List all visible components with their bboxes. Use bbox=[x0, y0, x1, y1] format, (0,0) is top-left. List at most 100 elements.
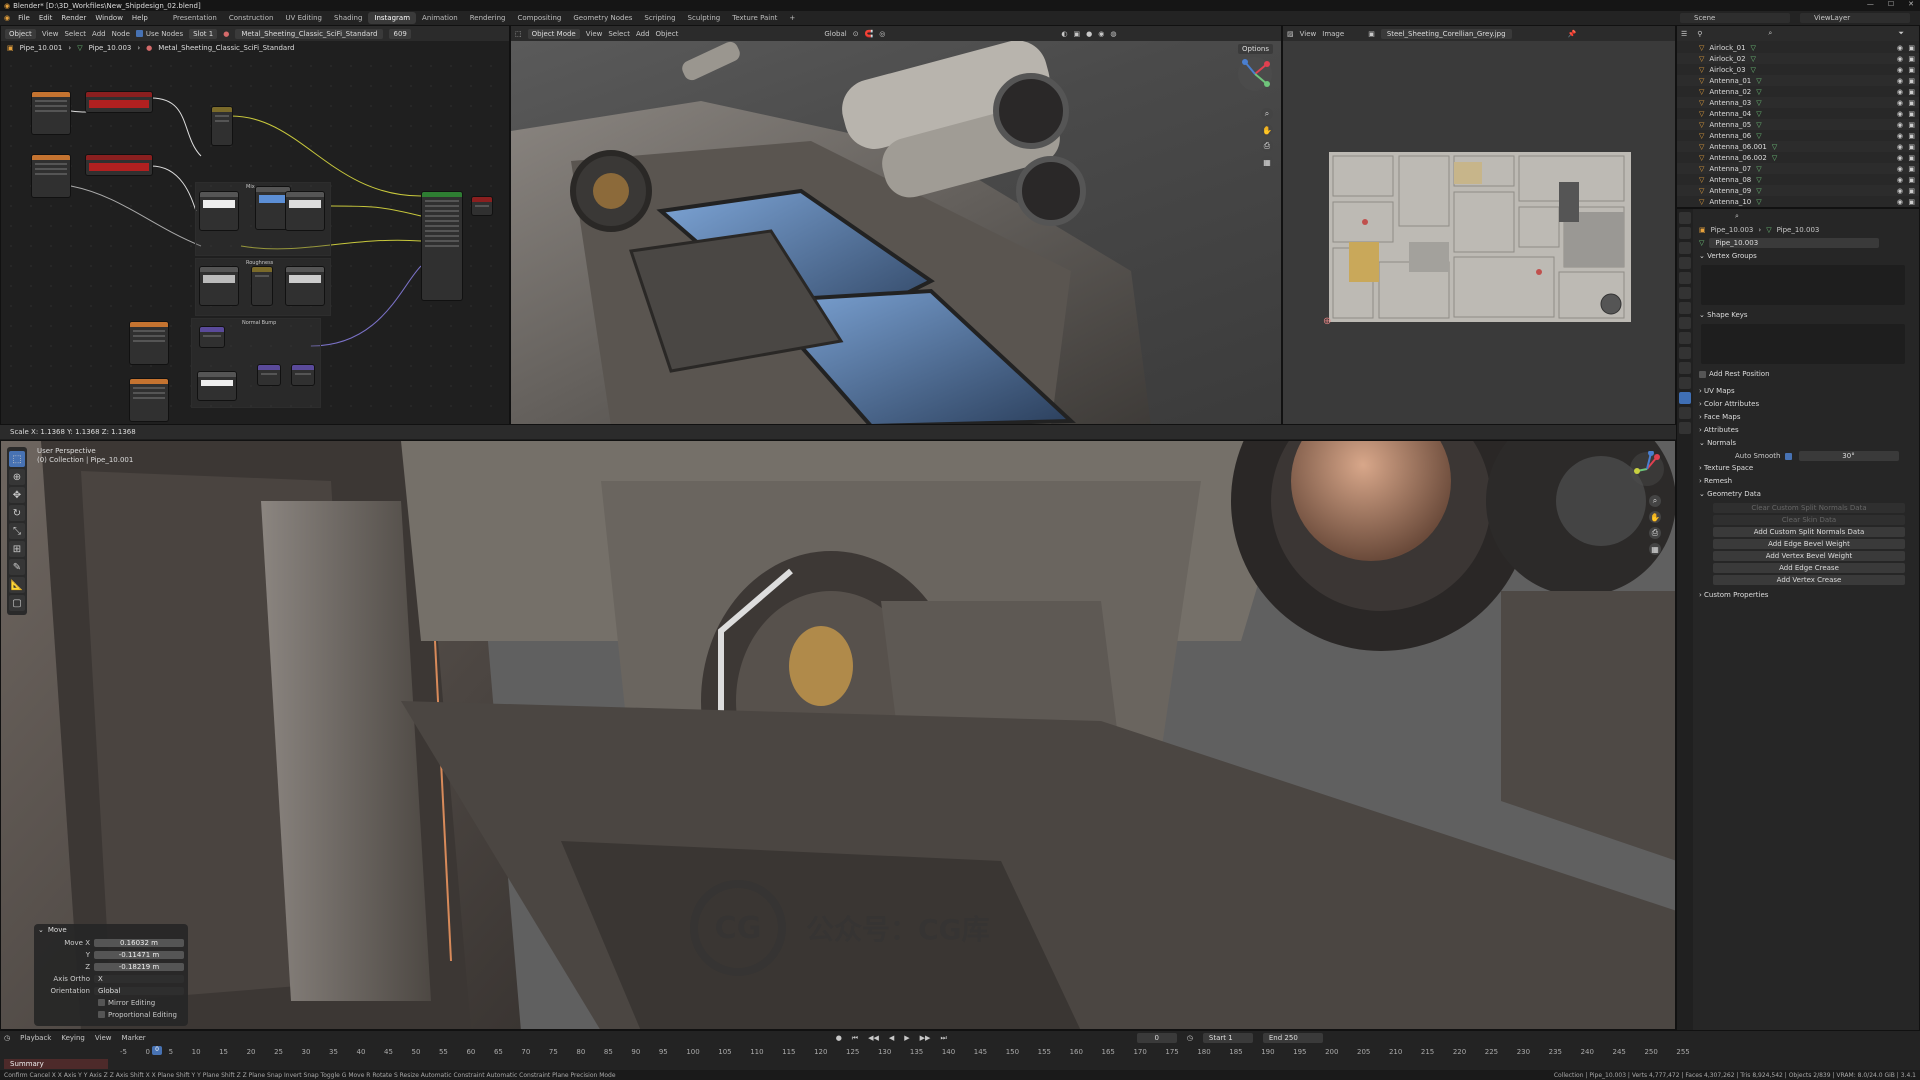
image-editor-type-icon[interactable]: ▨ bbox=[1287, 30, 1294, 38]
select-box-icon[interactable]: ⬚ bbox=[9, 451, 25, 467]
menu-keying[interactable]: Keying bbox=[61, 1034, 85, 1042]
axis-ortho-dropdown[interactable]: X bbox=[94, 974, 184, 983]
add-custom-split-normals-button[interactable]: Add Custom Split Normals Data bbox=[1713, 527, 1905, 537]
menu-marker[interactable]: Marker bbox=[121, 1034, 145, 1042]
camera-render-icon[interactable]: ▣ bbox=[1908, 66, 1915, 74]
eye-icon[interactable]: ◉ bbox=[1897, 121, 1903, 129]
zoom-icon[interactable]: ⌕ bbox=[1649, 495, 1661, 507]
scale-icon[interactable]: ⤡ bbox=[9, 523, 25, 539]
prev-keyframe-icon[interactable]: ◀◀ bbox=[868, 1034, 879, 1042]
color-mix-node[interactable] bbox=[199, 191, 239, 231]
remesh-section[interactable]: › Remesh bbox=[1695, 475, 1919, 488]
add-vertex-crease-button[interactable]: Add Vertex Crease bbox=[1713, 575, 1905, 585]
camera-render-icon[interactable]: ▣ bbox=[1908, 44, 1915, 52]
menu-view[interactable]: View bbox=[1300, 30, 1317, 38]
tab-texture-paint[interactable]: Texture Paint bbox=[726, 12, 783, 24]
annotate-icon[interactable]: ✎ bbox=[9, 559, 25, 575]
roughness-mix-node[interactable] bbox=[251, 266, 273, 306]
image-browse-icon[interactable]: ▣ bbox=[1368, 30, 1375, 38]
checkbox-icon[interactable] bbox=[98, 999, 105, 1006]
tab-construction[interactable]: Construction bbox=[223, 12, 280, 24]
outliner-item-antenna-06[interactable]: ▽ Antenna_06 ▽ ◉ ▣ bbox=[1677, 130, 1919, 141]
roughness-node[interactable] bbox=[199, 266, 239, 306]
shading-rendered-icon[interactable]: ◍ bbox=[1110, 30, 1116, 38]
menu-render[interactable]: Render bbox=[61, 14, 86, 22]
image-texture-node[interactable] bbox=[31, 91, 71, 135]
tab-geometry-nodes[interactable]: Geometry Nodes bbox=[567, 12, 638, 24]
outliner-item-antenna-05[interactable]: ▽ Antenna_05 ▽ ◉ ▣ bbox=[1677, 119, 1919, 130]
outliner-item-antenna-09[interactable]: ▽ Antenna_09 ▽ ◉ ▣ bbox=[1677, 185, 1919, 196]
add-vertex-bevel-weight-button[interactable]: Add Vertex Bevel Weight bbox=[1713, 551, 1905, 561]
viewport-top[interactable]: ⬚ Object Mode View Select Add Object Glo… bbox=[510, 25, 1282, 425]
add-edge-crease-button[interactable]: Add Edge Crease bbox=[1713, 563, 1905, 573]
texture-space-section[interactable]: › Texture Space bbox=[1695, 462, 1919, 475]
attributes-section[interactable]: › Attributes bbox=[1695, 424, 1919, 437]
modifier-tab-icon[interactable] bbox=[1679, 332, 1691, 344]
eye-icon[interactable]: ◉ bbox=[1897, 99, 1903, 107]
end-frame-field[interactable]: End 250 bbox=[1262, 1033, 1323, 1043]
outliner-item-antenna-04[interactable]: ▽ Antenna_04 ▽ ◉ ▣ bbox=[1677, 108, 1919, 119]
minimize-button[interactable]: — bbox=[1867, 0, 1874, 8]
transform-icon[interactable]: ⊞ bbox=[9, 541, 25, 557]
pan-hand-icon[interactable]: ✋ bbox=[1649, 511, 1661, 523]
camera-render-icon[interactable]: ▣ bbox=[1908, 121, 1915, 129]
close-button[interactable]: ✕ bbox=[1908, 0, 1914, 8]
outliner-item-airlock-01[interactable]: ▽ Airlock_01 ▽ ◉ ▣ bbox=[1677, 42, 1919, 53]
eye-icon[interactable]: ◉ bbox=[1897, 110, 1903, 118]
render-tab-icon[interactable] bbox=[1679, 227, 1691, 239]
checkbox-icon[interactable] bbox=[1699, 370, 1706, 378]
constraints-tab-icon[interactable] bbox=[1679, 377, 1691, 389]
eye-icon[interactable]: ◉ bbox=[1897, 143, 1903, 151]
camera-render-icon[interactable]: ▣ bbox=[1908, 55, 1915, 63]
filter-icon[interactable]: ⚲ bbox=[1697, 30, 1702, 38]
outliner-item-antenna-02[interactable]: ▽ Antenna_02 ▽ ◉ ▣ bbox=[1677, 86, 1919, 97]
tab-shading[interactable]: Shading bbox=[328, 12, 368, 24]
outliner-item-antenna-10[interactable]: ▽ Antenna_10 ▽ ◉ ▣ bbox=[1677, 196, 1919, 207]
move-y-field[interactable]: -0.11471 m bbox=[94, 950, 184, 959]
move-x-field[interactable]: 0.16032 m bbox=[94, 938, 184, 947]
camera-render-icon[interactable]: ▣ bbox=[1908, 132, 1915, 140]
blender-menu-icon[interactable]: ◉ bbox=[4, 14, 10, 22]
world-tab-icon[interactable] bbox=[1679, 287, 1691, 299]
tab-uv-editing[interactable]: UV Editing bbox=[279, 12, 328, 24]
image-editor[interactable]: ▨ View Image ▣ Steel_Sheeting_Corellian_… bbox=[1282, 25, 1676, 425]
menu-playback[interactable]: Playback bbox=[20, 1034, 51, 1042]
eye-icon[interactable]: ◉ bbox=[1897, 66, 1903, 74]
eye-icon[interactable]: ◉ bbox=[1897, 44, 1903, 52]
record-icon[interactable]: ● bbox=[836, 1034, 842, 1042]
tab-instagram[interactable]: Instagram bbox=[368, 12, 417, 24]
eye-icon[interactable]: ◉ bbox=[1897, 154, 1903, 162]
custom-properties-section[interactable]: › Custom Properties bbox=[1695, 589, 1919, 602]
color-mix-node[interactable] bbox=[285, 191, 325, 231]
menu-help[interactable]: Help bbox=[132, 14, 148, 22]
vertex-groups-list[interactable] bbox=[1701, 265, 1905, 305]
camera-render-icon[interactable]: ▣ bbox=[1908, 176, 1915, 184]
tab-rendering[interactable]: Rendering bbox=[464, 12, 512, 24]
rotate-icon[interactable]: ↻ bbox=[9, 505, 25, 521]
shader-node-editor[interactable]: Object View Select Add Node Use Nodes Sl… bbox=[0, 25, 510, 425]
move-icon[interactable]: ✥ bbox=[9, 487, 25, 503]
timeline-ruler[interactable]: -5 0 5 10 15 20 25 30 35 40 45 50 55 60 65 70 75 80 85 90 95… bbox=[120, 1048, 1690, 1060]
mesh-name-field[interactable]: Pipe_10.003 bbox=[1709, 238, 1880, 248]
start-frame-field[interactable]: Start 1 bbox=[1202, 1033, 1253, 1043]
proportional-editing-row[interactable]: Proportional Editing bbox=[34, 1009, 188, 1020]
clear-skin-data-button[interactable]: Clear Skin Data bbox=[1713, 515, 1905, 525]
camera-render-icon[interactable]: ▣ bbox=[1908, 165, 1915, 173]
camera-icon[interactable]: ⎙ bbox=[1261, 140, 1273, 152]
outliner-type-icon[interactable]: ☰ bbox=[1681, 30, 1687, 38]
add-rest-position-row[interactable]: Add Rest Position bbox=[1695, 368, 1919, 381]
transform-orientation-dropdown[interactable]: Global bbox=[824, 30, 846, 38]
summary-row[interactable]: Summary bbox=[4, 1059, 108, 1069]
menu-edit[interactable]: Edit bbox=[39, 14, 53, 22]
bump-node[interactable] bbox=[199, 326, 225, 348]
grid-icon[interactable]: ▦ bbox=[1649, 543, 1661, 555]
xray-icon[interactable]: ▣ bbox=[1074, 30, 1081, 38]
checkbox-icon[interactable] bbox=[98, 1011, 105, 1018]
timeline-editor-icon[interactable]: ◷ bbox=[4, 1034, 10, 1042]
move-z-field[interactable]: -0.18219 m bbox=[94, 962, 184, 971]
operator-panel-header[interactable]: ⌄ Move bbox=[34, 924, 188, 936]
camera-render-icon[interactable]: ▣ bbox=[1908, 99, 1915, 107]
shape-keys-section[interactable]: ⌄ Shape Keys bbox=[1695, 309, 1919, 322]
editor-type-icon[interactable]: ⬚ bbox=[515, 30, 522, 38]
bump-node[interactable] bbox=[197, 371, 237, 401]
